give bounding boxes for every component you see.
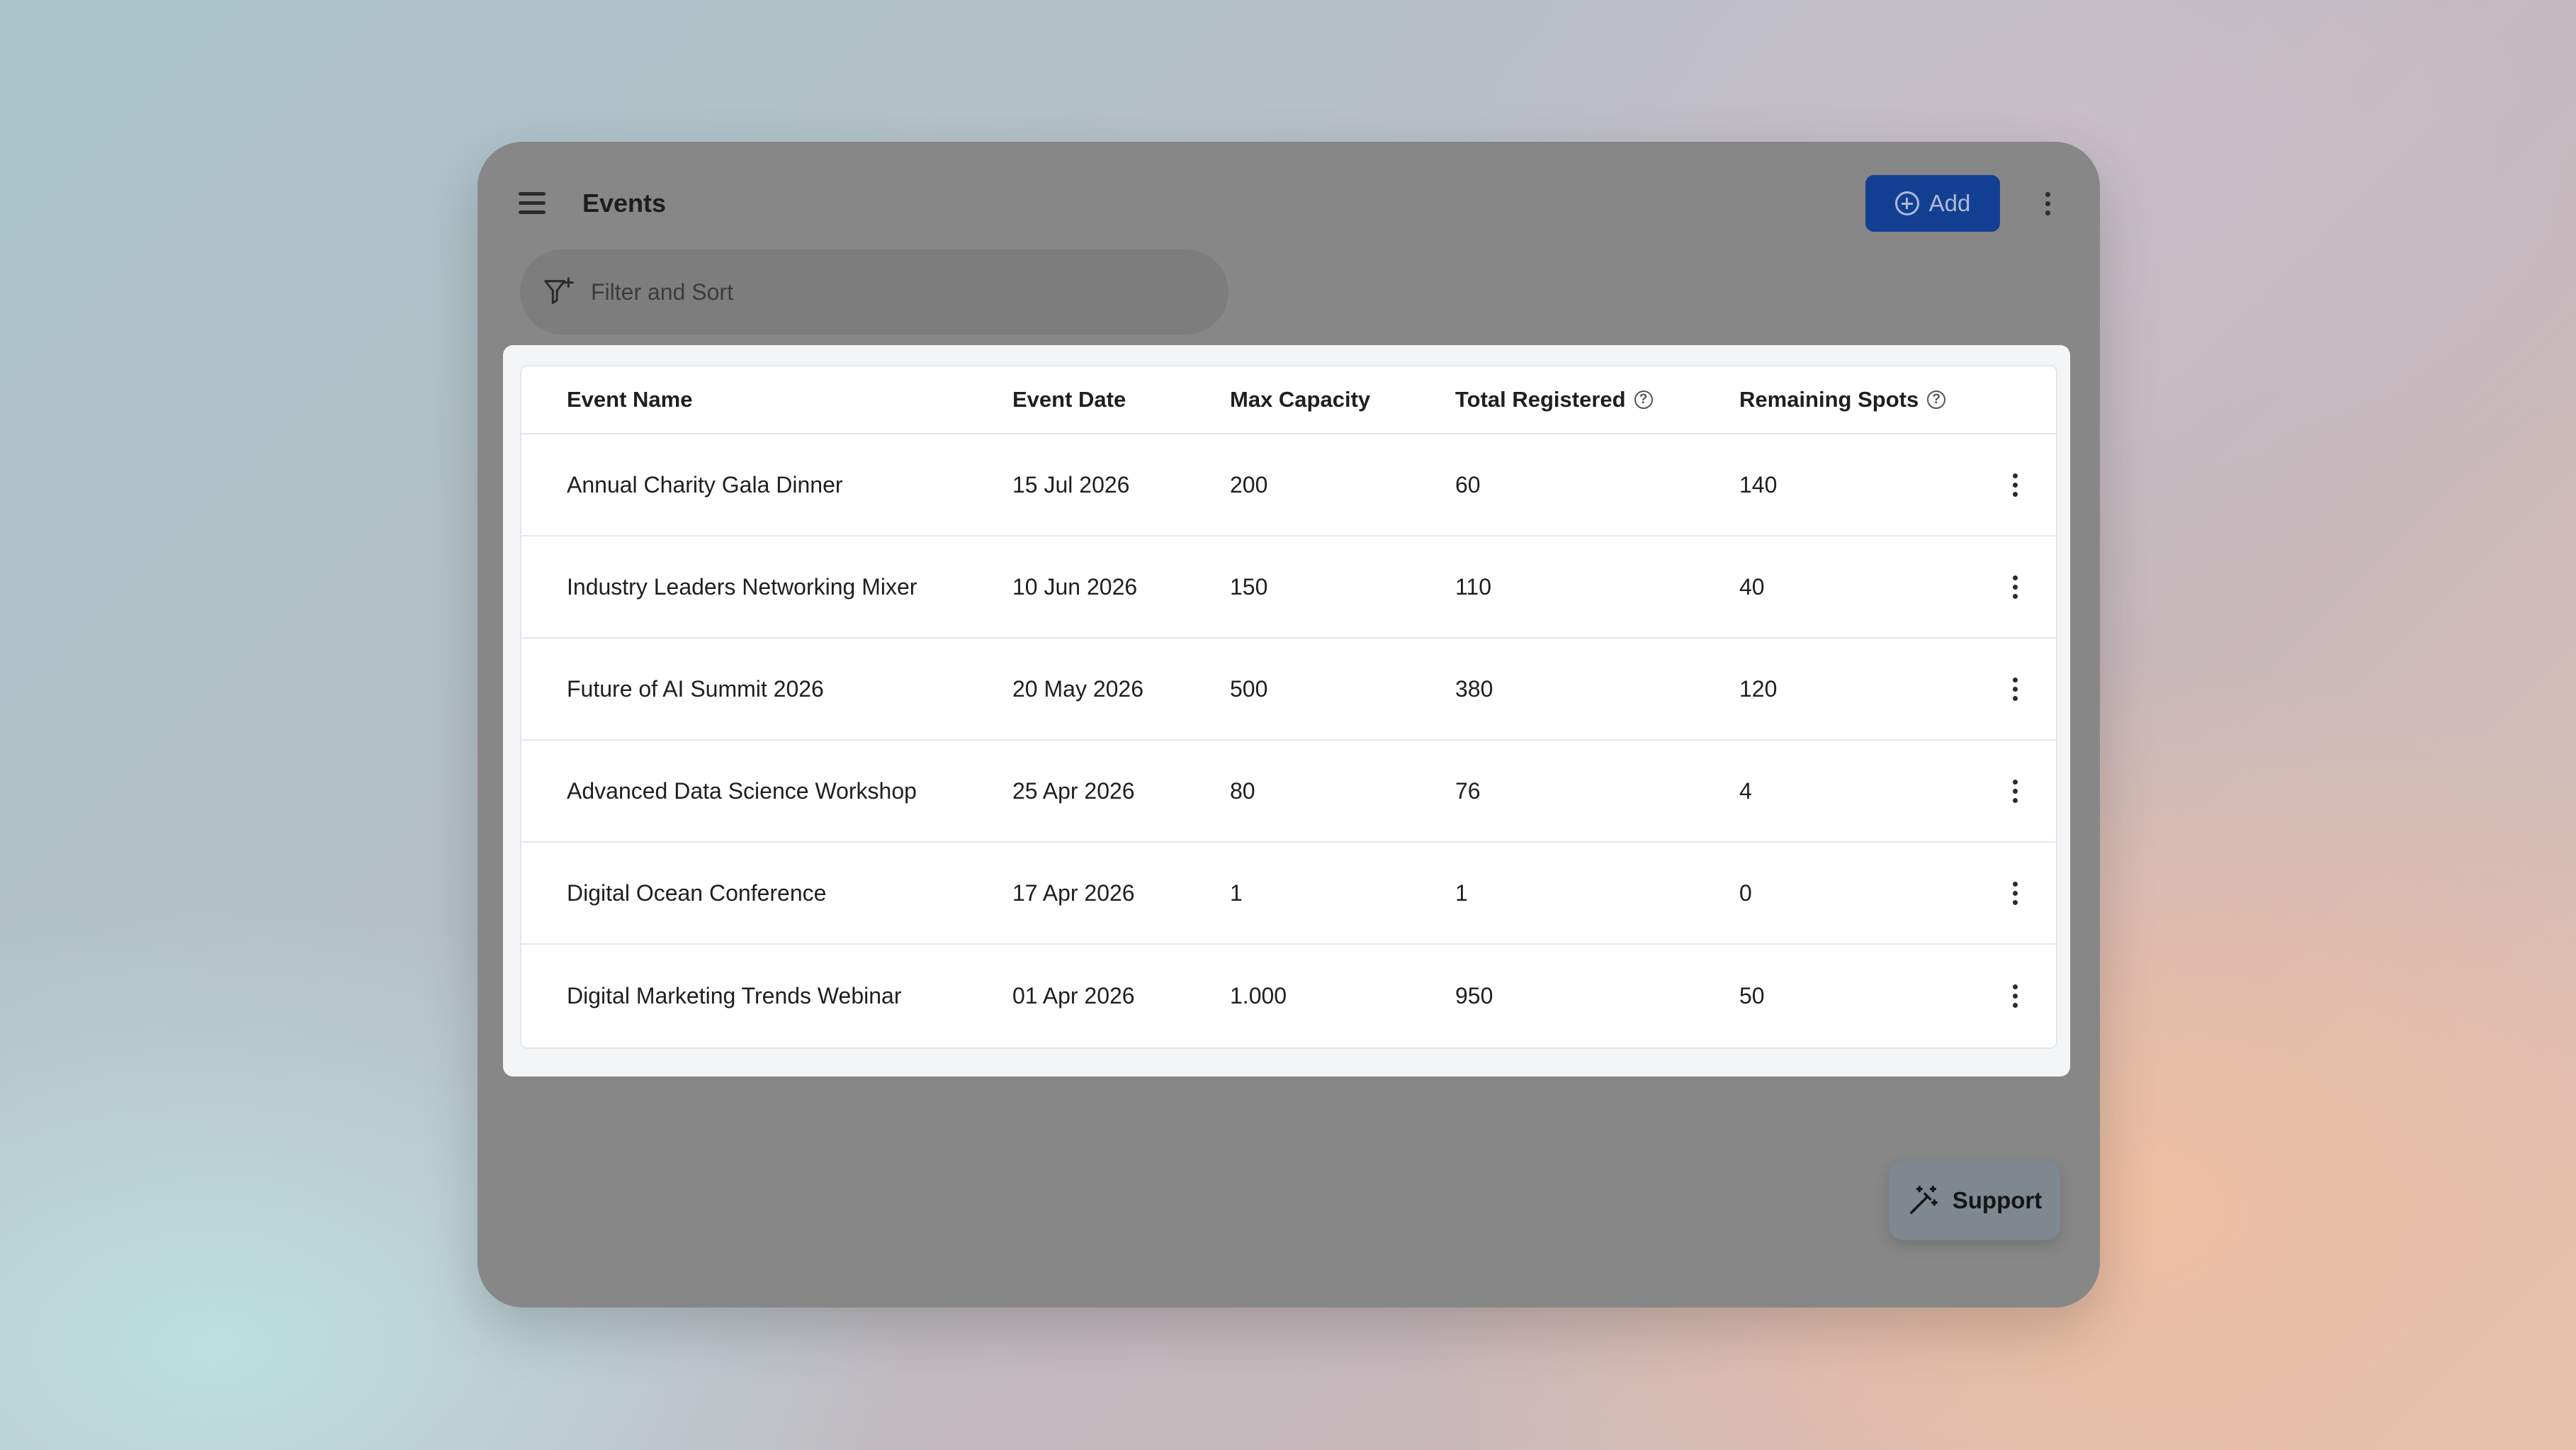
cell-event-name: Advanced Data Science Workshop [567,777,917,804]
cell-max-capacity: 500 [1230,675,1268,702]
app-window: Events Add Filter and Sort Event Name Ev… [478,142,2100,1308]
table-row[interactable]: Industry Leaders Networking Mixer 10 Jun… [521,536,2056,639]
cell-event-date: 01 Apr 2026 [1012,982,1135,1008]
filter-placeholder: Filter and Sort [591,279,733,305]
row-more-options-icon[interactable] [2001,466,2029,504]
column-header-event-name[interactable]: Event Name [567,366,692,433]
cell-max-capacity: 1.000 [1230,982,1287,1008]
events-table: Event Name Event Date Max Capacity Total… [520,365,2057,1049]
cell-remaining-spots: 0 [1739,879,1752,906]
cell-max-capacity: 80 [1230,777,1255,804]
table-row[interactable]: Advanced Data Science Workshop 25 Apr 20… [521,741,2056,843]
cell-total-registered: 950 [1455,982,1493,1008]
cell-total-registered: 380 [1455,675,1493,702]
table-row[interactable]: Annual Charity Gala Dinner 15 Jul 2026 2… [521,434,2056,536]
cell-remaining-spots: 4 [1739,777,1752,804]
table-row[interactable]: Future of AI Summit 2026 20 May 2026 500… [521,639,2056,741]
cell-event-date: 17 Apr 2026 [1012,879,1135,906]
cell-remaining-spots: 50 [1739,982,1765,1008]
cell-event-date: 20 May 2026 [1012,675,1144,702]
events-table-card: Event Name Event Date Max Capacity Total… [503,345,2070,1077]
column-header-total-registered[interactable]: Total Registered? [1455,366,1653,433]
row-more-options-icon[interactable] [2001,568,2029,606]
cell-event-date: 10 Jun 2026 [1012,573,1138,600]
cell-remaining-spots: 40 [1739,573,1765,600]
cell-total-registered: 60 [1455,471,1481,498]
table-row[interactable]: Digital Ocean Conference 17 Apr 2026 1 1… [521,843,2056,945]
plus-circle-icon [1894,191,1919,215]
help-icon[interactable]: ? [1927,390,1946,409]
add-button[interactable]: Add [1865,175,2000,232]
filter-sort-bar[interactable]: Filter and Sort [520,249,1228,335]
cell-total-registered: 76 [1455,777,1481,804]
cell-max-capacity: 150 [1230,573,1268,600]
cell-remaining-spots: 140 [1739,471,1778,498]
table-row[interactable]: Digital Marketing Trends Webinar 01 Apr … [521,945,2056,1047]
cell-event-name: Annual Charity Gala Dinner [567,471,843,498]
cell-event-name: Future of AI Summit 2026 [567,675,824,702]
column-header-max-capacity[interactable]: Max Capacity [1230,366,1370,433]
cell-total-registered: 1 [1455,879,1468,906]
column-header-event-date[interactable]: Event Date [1012,366,1126,433]
row-more-options-icon[interactable] [2001,670,2029,708]
table-header: Event Name Event Date Max Capacity Total… [521,366,2056,434]
magic-wand-icon [1909,1186,1938,1214]
page-title: Events [582,189,667,218]
row-more-options-icon[interactable] [2001,772,2029,810]
cell-event-name: Digital Marketing Trends Webinar [567,982,902,1008]
cell-max-capacity: 1 [1230,879,1243,906]
hamburger-menu-icon[interactable] [516,187,548,220]
row-more-options-icon[interactable] [2001,874,2029,912]
cell-event-date: 25 Apr 2026 [1012,777,1135,804]
more-options-icon[interactable] [2033,184,2062,223]
support-button[interactable]: Support [1889,1161,2060,1240]
cell-event-name: Industry Leaders Networking Mixer [567,573,917,600]
help-icon[interactable]: ? [1634,390,1653,409]
cell-event-name: Digital Ocean Conference [567,879,827,906]
cell-total-registered: 110 [1455,573,1492,600]
support-button-label: Support [1952,1187,2043,1213]
filter-icon [544,277,574,304]
row-more-options-icon[interactable] [2001,977,2029,1015]
cell-remaining-spots: 120 [1739,675,1778,702]
column-header-remaining-spots[interactable]: Remaining Spots? [1739,366,1946,433]
cell-max-capacity: 200 [1230,471,1268,498]
cell-event-date: 15 Jul 2026 [1012,471,1130,498]
add-button-label: Add [1928,190,1971,216]
